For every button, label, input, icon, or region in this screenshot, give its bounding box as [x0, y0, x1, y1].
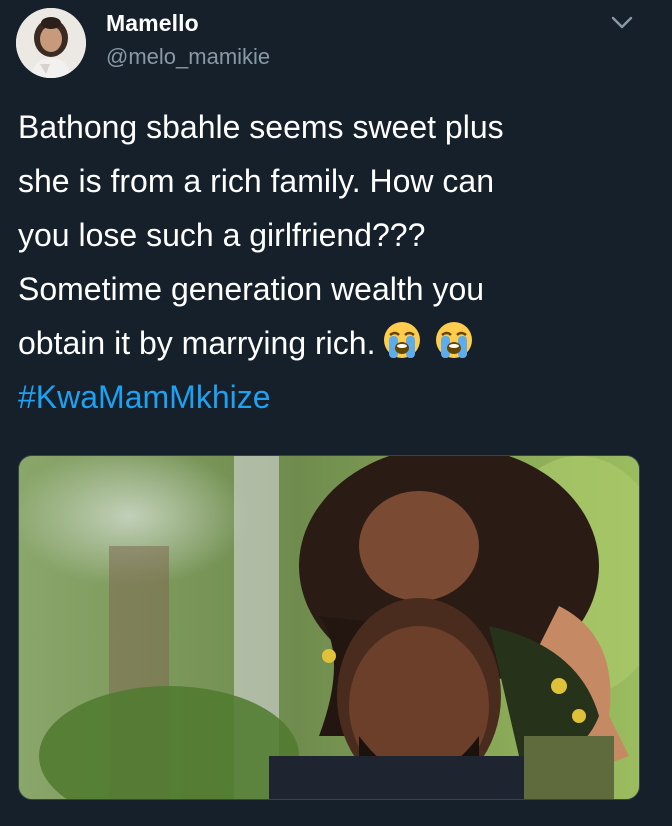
loudly-crying-face-icon	[436, 322, 473, 358]
avatar[interactable]	[16, 8, 86, 78]
tweet-text-line: obtain it by marrying rich.	[18, 325, 376, 361]
tweet-text-line: you lose such a girlfriend???	[18, 217, 426, 253]
chevron-down-icon[interactable]	[608, 10, 636, 34]
tweet-media-photo[interactable]	[18, 455, 640, 800]
user-handle[interactable]: @melo_mamikie	[106, 44, 270, 70]
loudly-crying-face-icon	[384, 322, 421, 358]
tweet-card: Mamello @melo_mamikie Bathong sbahle see…	[0, 0, 672, 826]
tweet-text: Bathong sbahle seems sweet plus she is f…	[18, 100, 658, 424]
tweet-text-line: she is from a rich family. How can	[18, 163, 494, 199]
hashtag-link[interactable]: #KwaMamMkhize	[18, 370, 658, 424]
photo-scene	[19, 456, 639, 799]
display-name[interactable]: Mamello	[106, 10, 199, 37]
tweet-text-line-with-emoji: obtain it by marrying rich.	[18, 316, 658, 370]
tweet-text-line: Bathong sbahle seems sweet plus	[18, 109, 504, 145]
avatar-image	[16, 8, 86, 78]
tweet-text-line: Sometime generation wealth you	[18, 271, 485, 307]
